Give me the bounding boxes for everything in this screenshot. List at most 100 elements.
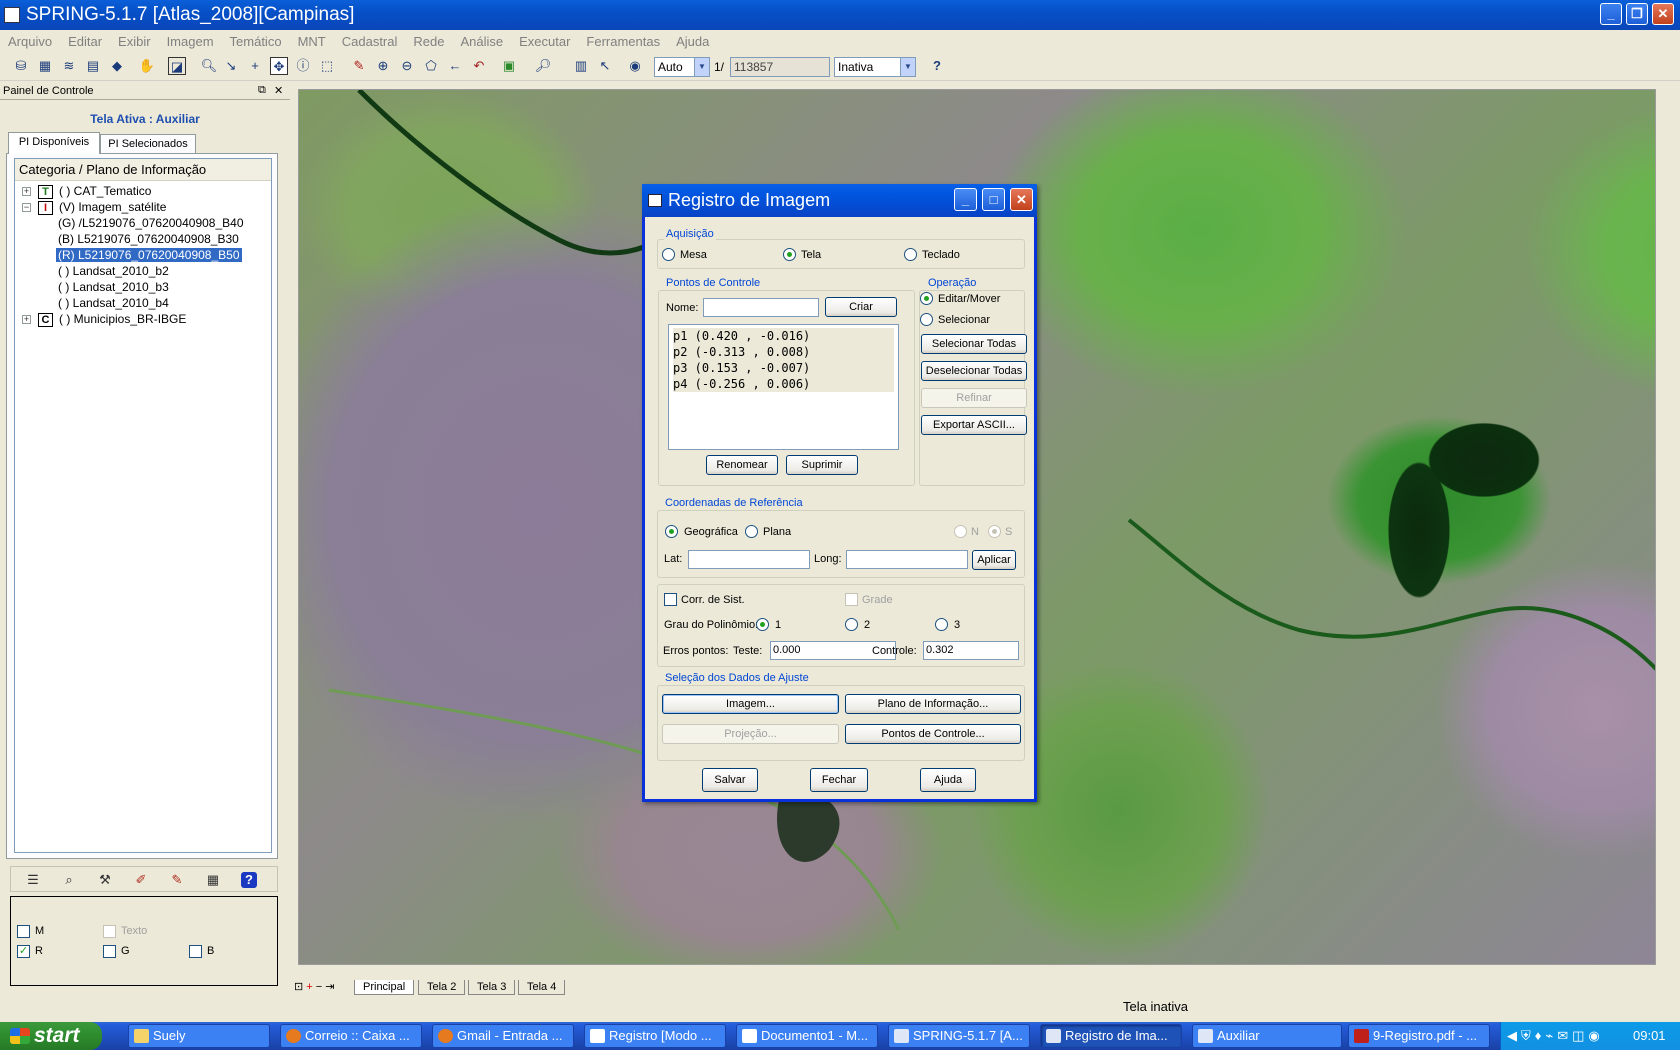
task-auxiliar[interactable]: Auxiliar (1192, 1024, 1342, 1048)
controle-field[interactable]: 0.302 (923, 641, 1019, 660)
list-item[interactable]: p3 (0.153 , -0.007) (673, 360, 894, 376)
menu-arquivo[interactable]: Arquivo (0, 34, 60, 49)
radio-geografica[interactable] (665, 525, 678, 538)
cursor-mode-select[interactable]: Inativa ▼ (834, 57, 916, 77)
expand-icon[interactable]: + (22, 315, 31, 324)
grid-icon[interactable]: ▤ (84, 57, 102, 75)
ajuda-button[interactable]: Ajuda (920, 768, 976, 792)
selecionar-todas-button[interactable]: Selecionar Todas (921, 334, 1027, 354)
select-icon[interactable]: ⬚ (318, 57, 336, 75)
criar-button[interactable]: Criar (825, 297, 897, 317)
zoom-icon[interactable]: 🔍︎ (200, 57, 218, 75)
radio-plana[interactable] (745, 525, 758, 538)
radio-selecionar[interactable] (920, 313, 933, 326)
lat-input[interactable] (688, 550, 810, 569)
menu-rede[interactable]: Rede (405, 34, 452, 49)
zoom-area-icon[interactable]: ↘ (222, 57, 240, 75)
zoom-out-icon[interactable]: ⊖ (398, 57, 416, 75)
list-item[interactable]: p4 (-0.256 , 0.006) (673, 376, 894, 392)
channel-r-checkbox[interactable]: ✓ (17, 945, 30, 958)
scale-mode-select[interactable]: Auto ▼ (654, 57, 710, 77)
control-points-list[interactable]: p1 (0.420 , -0.016) p2 (-0.313 , 0.008) … (668, 324, 899, 450)
display-icon[interactable]: ◪ (168, 57, 186, 75)
menu-executar[interactable]: Executar (511, 34, 578, 49)
channel-g-checkbox[interactable] (103, 945, 116, 958)
search-icon[interactable]: ⌕ (61, 872, 77, 888)
database-icon[interactable]: ⛁ (12, 57, 30, 75)
menu-cadastral[interactable]: Cadastral (334, 34, 406, 49)
task-documento1[interactable]: Documento1 - M... (736, 1024, 878, 1048)
screen-tab-4[interactable]: Tela 4 (518, 980, 566, 995)
screen-tab-3[interactable]: Tela 3 (468, 980, 516, 995)
menu-exibir[interactable]: Exibir (110, 34, 159, 49)
close-icon[interactable]: ✕ (274, 84, 283, 97)
menu-imagem[interactable]: Imagem (159, 34, 222, 49)
task-registro-modo[interactable]: Registro [Modo ... (584, 1024, 726, 1048)
tab-pi-selecionados[interactable]: PI Selecionados (100, 134, 196, 154)
minimize-button[interactable]: _ (1600, 3, 1622, 25)
tools-icon[interactable]: ⚒ (97, 872, 113, 888)
radio-grau-2[interactable] (845, 618, 858, 631)
tree-item-band-b30[interactable]: (B) L5219076_07620040908_B30 (58, 232, 239, 247)
tab-pi-disponiveis[interactable]: PI Disponíveis (8, 132, 100, 154)
pencil-icon[interactable]: ✎ (169, 872, 185, 888)
task-suely[interactable]: Suely (128, 1024, 270, 1048)
close-button[interactable]: ✕ (1652, 3, 1674, 25)
ruler-icon[interactable]: ▥ (572, 57, 590, 75)
scale-value-field[interactable]: 113857 (730, 57, 830, 77)
plano-informacao-button[interactable]: Plano de Informação... (845, 694, 1021, 714)
long-input[interactable] (846, 550, 968, 569)
table-icon[interactable]: ▦ (205, 872, 221, 888)
salvar-button[interactable]: Salvar (702, 768, 758, 792)
collapse-icon[interactable]: − (22, 203, 31, 212)
tray-icons[interactable]: ◀⛨♦⌁✉◫◉ (1507, 1022, 1604, 1050)
menu-ferramentas[interactable]: Ferramentas (578, 34, 668, 49)
project-icon[interactable]: ▦ (36, 57, 54, 75)
renomear-button[interactable]: Renomear (706, 455, 778, 475)
dialog-titlebar[interactable]: Registro de Imagem _ □ ✕ (642, 184, 1037, 217)
menu-ajuda[interactable]: Ajuda (668, 34, 717, 49)
nome-input[interactable] (703, 298, 819, 317)
deselecionar-todas-button[interactable]: Deselecionar Todas (921, 361, 1027, 381)
maximize-button[interactable]: ❐ (1626, 3, 1648, 25)
tab-nav-icon[interactable]: ⊡ + − ⇥ (294, 980, 334, 993)
edit-icon[interactable]: ✐ (133, 872, 149, 888)
list-item[interactable]: p2 (-0.313 , 0.008) (673, 344, 894, 360)
draw-icon[interactable]: ◆ (108, 57, 126, 75)
dialog-maximize-button[interactable]: □ (982, 188, 1005, 211)
exportar-ascii-button[interactable]: Exportar ASCII... (921, 415, 1027, 435)
list-item[interactable]: p1 (0.420 , -0.016) (673, 328, 894, 344)
hand-icon[interactable]: ✋ (138, 57, 156, 75)
help-icon[interactable]: ? (928, 57, 946, 75)
menu-tematico[interactable]: Temático (222, 34, 290, 49)
pan-icon[interactable]: ✥ (270, 57, 288, 75)
expand-icon[interactable]: + (22, 187, 31, 196)
list-icon[interactable]: ☰ (25, 872, 41, 888)
channel-m-checkbox[interactable] (17, 925, 30, 938)
imagem-button[interactable]: Imagem... (662, 694, 839, 714)
aplicar-button[interactable]: Aplicar (972, 550, 1016, 570)
radio-mesa[interactable] (662, 248, 675, 261)
radio-grau-1[interactable] (756, 618, 769, 631)
tree-item-landsat-b4[interactable]: ( ) Landsat_2010_b4 (58, 296, 169, 311)
tree-item-landsat-b3[interactable]: ( ) Landsat_2010_b3 (58, 280, 169, 295)
task-correio[interactable]: Correio :: Caixa ... (280, 1024, 422, 1048)
screen-tab-2[interactable]: Tela 2 (418, 980, 466, 995)
info-icon[interactable]: ⓘ (294, 57, 312, 75)
zoom-in-icon[interactable]: ⊕ (374, 57, 392, 75)
dialog-minimize-button[interactable]: _ (954, 188, 977, 211)
pontos-controle-button[interactable]: Pontos de Controle... (845, 724, 1021, 744)
menu-editar[interactable]: Editar (60, 34, 110, 49)
radio-editar-mover[interactable] (920, 292, 933, 305)
corr-sist-checkbox[interactable] (664, 593, 677, 606)
task-registro-imagem[interactable]: Registro de Ima... (1040, 1024, 1182, 1048)
screen-tab-principal[interactable]: Principal (354, 980, 415, 995)
suprimir-button[interactable]: Suprimir (786, 455, 858, 475)
task-gmail[interactable]: Gmail - Entrada ... (432, 1024, 574, 1048)
back-icon[interactable]: ← (446, 57, 464, 75)
task-spring[interactable]: SPRING-5.1.7 [A... (888, 1024, 1030, 1048)
radio-tela[interactable] (783, 248, 796, 261)
help-icon[interactable]: ? (241, 872, 257, 888)
layers-icon[interactable]: ≋ (60, 57, 78, 75)
fechar-button[interactable]: Fechar (810, 768, 868, 792)
